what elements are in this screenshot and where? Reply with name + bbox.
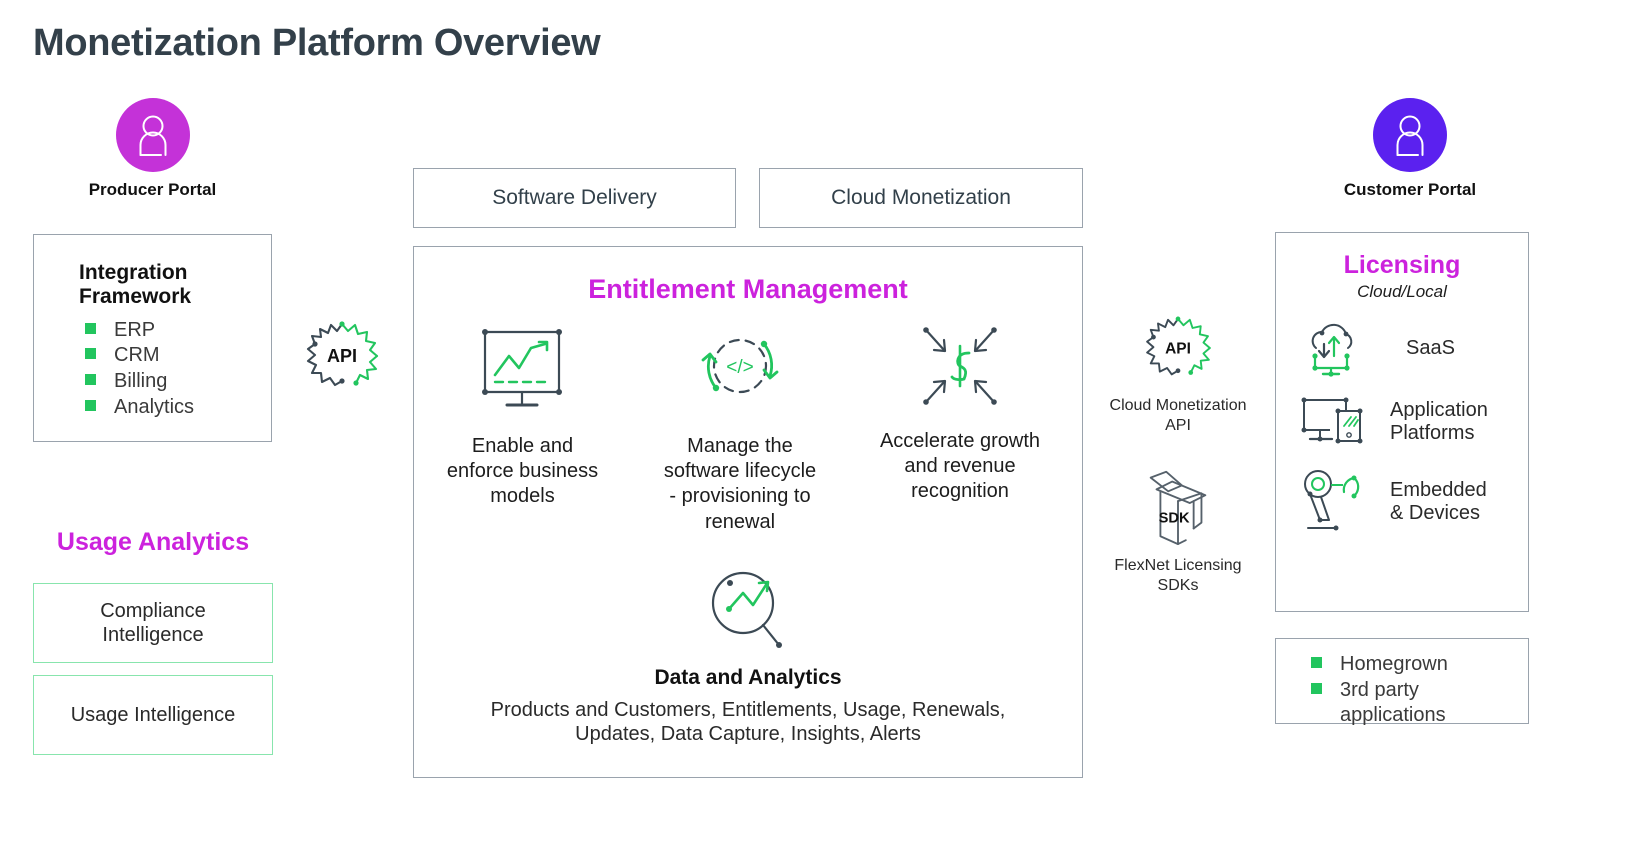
flexnet-licensing-sdk-connector: SDK FlexNet Licensing SDKs	[1104, 462, 1252, 595]
tab-software-delivery[interactable]: Software Delivery	[413, 168, 736, 228]
list-item: CRM	[85, 343, 271, 369]
flexnet-sdk-caption-line2: SDKs	[1157, 576, 1199, 594]
entitlement-management-heading: Entitlement Management	[588, 274, 908, 304]
cloud-sync-icon	[1302, 318, 1364, 380]
api-gear-icon: API	[1135, 308, 1221, 388]
svg-text:</>: </>	[726, 357, 753, 378]
bullet-square-icon	[1311, 682, 1322, 694]
cloud-monetization-api-caption-line1: Cloud Monetization	[1109, 397, 1247, 414]
customer-portal-avatar	[1373, 98, 1447, 172]
api-badge-label: API	[1165, 340, 1191, 357]
list-item: Analytics	[85, 395, 271, 421]
bullet-square-icon	[1311, 657, 1322, 668]
integration-framework-title-line1: Integration	[79, 261, 188, 284]
list-item: Homegrown	[1311, 652, 1528, 678]
integration-framework-list: ERP CRM Billing Analytics	[85, 318, 271, 420]
data-analytics-subtitle-line2: Updates, Data Capture, Insights, Alerts	[575, 723, 921, 746]
data-analytics-group: Data and Analytics Products and Customer…	[413, 565, 1083, 747]
cloud-monetization-api-caption-line2: API	[1165, 416, 1191, 434]
licensing-heading: Licensing	[1343, 251, 1461, 279]
list-item-label: 3rd party applications	[1340, 678, 1446, 727]
feature-accelerate-growth-text: Accelerate growth and revenue recognitio…	[879, 430, 1041, 503]
flexnet-sdk-caption-line1: FlexNet Licensing	[1114, 557, 1242, 574]
feature-manage-lifecycle: </> Manage the software lifecycle - prov…	[650, 320, 830, 535]
producer-portal-label: Producer Portal	[88, 180, 217, 199]
list-item-label: CRM	[114, 344, 160, 367]
usage-analytics-box-usage[interactable]: Usage Intelligence	[33, 675, 273, 755]
usage-analytics-heading: Usage Analytics	[56, 528, 250, 556]
list-item-label: Billing	[114, 369, 168, 392]
sdk-badge-label: SDK	[1159, 511, 1190, 527]
producer-portal-group	[110, 98, 196, 172]
list-item: Billing	[85, 369, 271, 395]
applications-list: Homegrown 3rd party applications	[1311, 652, 1528, 729]
feature-enable-enforce: Enable and enforce business models	[435, 320, 610, 510]
customer-portal-label: Customer Portal	[1343, 180, 1477, 199]
api-badge-label: API	[327, 346, 357, 366]
tab-cloud-monetization[interactable]: Cloud Monetization	[759, 168, 1083, 228]
feature-manage-lifecycle-text: Manage the software lifecycle - provisio…	[663, 435, 817, 533]
licensing-row-saas-label: SaaS	[1406, 337, 1455, 360]
licensing-row-embedded-devices: Embedded & Devices	[1296, 468, 1528, 536]
usage-analytics-box-compliance-label: Compliance Intelligence	[100, 600, 206, 646]
producer-portal-avatar	[116, 98, 190, 172]
feature-accelerate-growth: Accelerate growth and revenue recognitio…	[865, 320, 1055, 505]
user-avatar-icon	[133, 113, 173, 157]
tab-software-delivery-label: Software Delivery	[492, 186, 657, 209]
list-item: ERP	[85, 318, 271, 344]
list-item: 3rd party applications	[1311, 678, 1528, 729]
licensing-row-application-platforms-label: Application Platforms	[1390, 398, 1488, 444]
usage-analytics-box-compliance[interactable]: Compliance Intelligence	[33, 583, 273, 663]
bullet-square-icon	[85, 373, 96, 385]
data-analytics-subtitle-line1: Products and Customers, Entitlements, Us…	[490, 699, 1006, 721]
list-item-label: Analytics	[114, 395, 195, 418]
code-lifecycle-icon: </>	[688, 320, 792, 412]
bullet-square-icon	[85, 348, 96, 360]
sdk-box-icon: SDK	[1135, 462, 1221, 548]
bullet-square-icon	[85, 399, 96, 411]
tab-cloud-monetization-label: Cloud Monetization	[831, 186, 1011, 209]
licensing-row-application-platforms: Application Platforms	[1296, 392, 1528, 452]
magnifier-chart-icon	[703, 565, 793, 657]
usage-analytics-box-usage-label: Usage Intelligence	[70, 704, 236, 726]
api-gear-icon: API	[306, 321, 379, 387]
integration-framework-box: Integration Framework ERP CRM Billing An…	[33, 234, 272, 442]
monitor-device-icon	[1296, 392, 1368, 452]
cloud-monetization-api-connector: API Cloud Monetization API	[1104, 308, 1252, 435]
licensing-box: Licensing Cloud/Local SaaS Application P…	[1275, 232, 1529, 612]
applications-box: Homegrown 3rd party applications	[1275, 638, 1529, 726]
customer-portal-group	[1367, 98, 1453, 172]
bullet-square-icon	[85, 322, 96, 334]
chart-monitor-icon	[471, 320, 575, 412]
revenue-arrows-icon	[908, 320, 1012, 412]
feature-enable-enforce-text: Enable and enforce business models	[446, 435, 599, 508]
api-connector-left: API	[298, 312, 386, 400]
user-avatar-icon	[1390, 113, 1430, 157]
integration-framework-title-line2: Framework	[79, 285, 192, 309]
licensing-subheading: Cloud/Local	[1357, 282, 1447, 301]
embedded-device-icon	[1296, 468, 1368, 536]
licensing-row-saas: SaaS	[1302, 318, 1528, 380]
list-item-label: Homegrown	[1340, 653, 1448, 675]
integration-framework-title: Integration Framework	[79, 261, 271, 310]
licensing-row-embedded-devices-label: Embedded & Devices	[1390, 478, 1487, 524]
page-title: Monetization Platform Overview	[33, 22, 601, 64]
list-item-label: ERP	[114, 318, 156, 341]
data-analytics-title: Data and Analytics	[654, 666, 842, 689]
